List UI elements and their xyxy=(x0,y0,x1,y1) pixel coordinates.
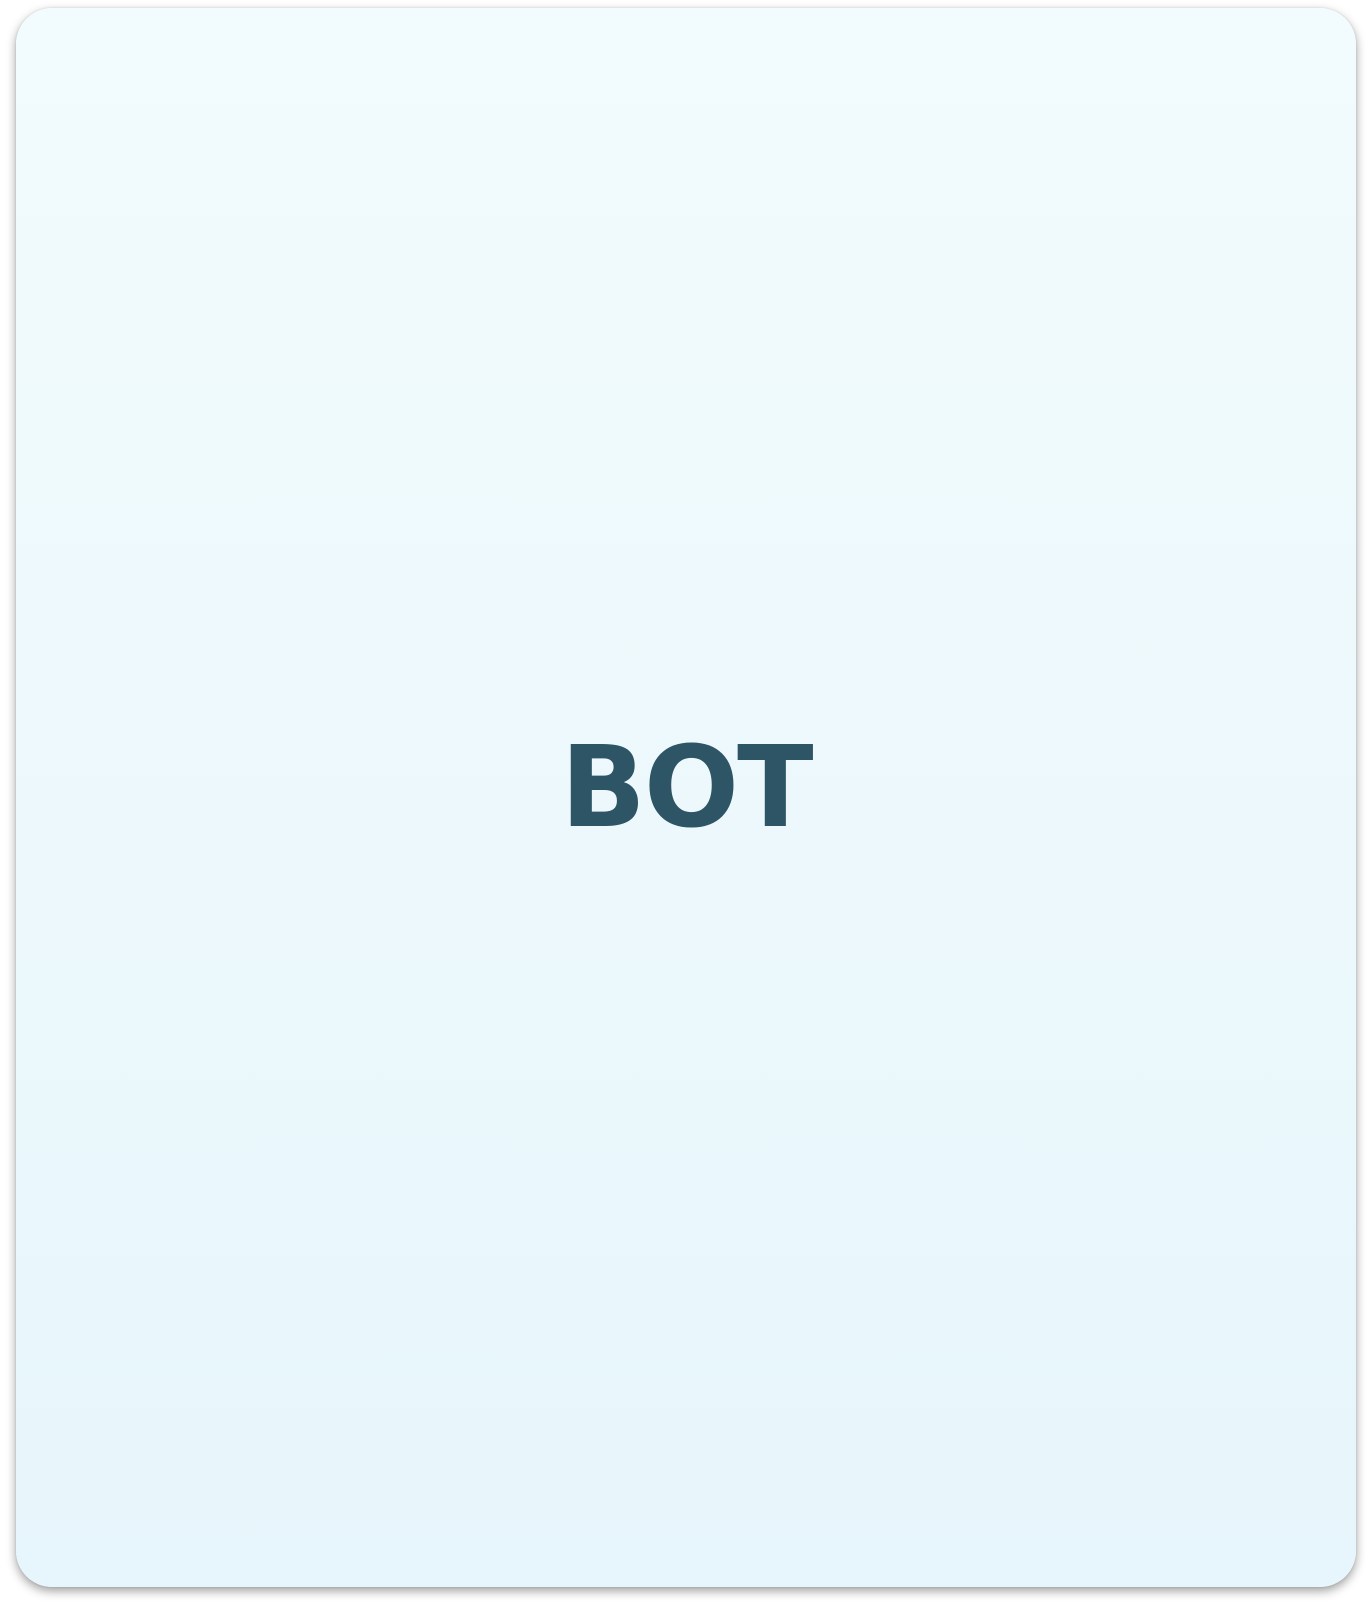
bot-card[interactable]: BOT xyxy=(16,8,1356,1587)
bot-label: BOT xyxy=(560,723,814,853)
